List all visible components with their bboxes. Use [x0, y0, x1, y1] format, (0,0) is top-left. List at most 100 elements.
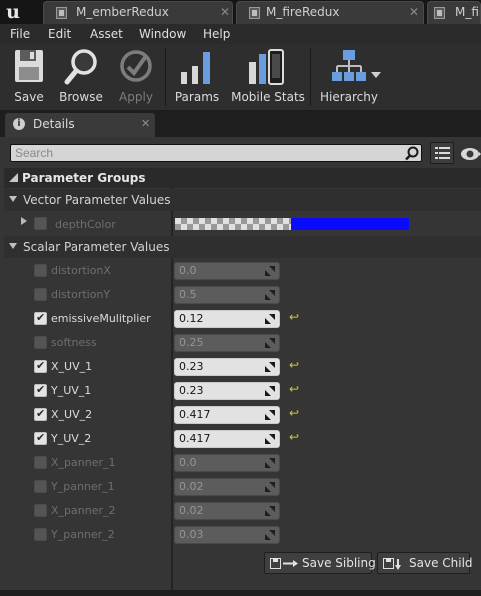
info-icon: i — [13, 118, 25, 130]
vector-parameter-group[interactable]: Vector Parameter Values — [4, 189, 481, 211]
list-view-icon — [435, 147, 450, 159]
browse-button[interactable]: Browse — [56, 44, 106, 110]
close-icon[interactable]: ✕ — [220, 5, 230, 19]
parameter-groups-header[interactable]: Parameter Groups — [4, 168, 481, 188]
close-icon[interactable]: ✕ — [141, 117, 150, 130]
param-value-field[interactable]: 0.23 — [174, 358, 280, 376]
drag-spinner-icon[interactable] — [265, 362, 275, 372]
document-tab-fire[interactable]: M_fireRedux ✕ — [236, 1, 424, 24]
reset-to-default-icon[interactable]: ↩ — [289, 358, 299, 372]
scalar-param-row: X_UV_1 0.23 ↩ — [4, 355, 481, 379]
reset-to-default-icon[interactable]: ↩ — [289, 406, 299, 420]
visibility-button[interactable] — [458, 144, 481, 164]
param-enable-checkbox[interactable] — [34, 311, 47, 325]
menu-edit[interactable]: Edit — [48, 27, 71, 41]
param-value: 0.417 — [179, 408, 211, 421]
param-name: Y_panner_2 — [51, 528, 115, 541]
save-sibling-button[interactable]: Save Sibling — [264, 552, 376, 574]
drag-spinner-icon[interactable] — [265, 482, 275, 492]
param-enable-checkbox[interactable] — [34, 383, 47, 397]
param-enable-checkbox[interactable] — [34, 264, 47, 277]
toolbar: Save Browse Apply Params Mobile Stats Hi… — [0, 44, 481, 111]
view-options-button[interactable] — [430, 142, 454, 164]
drag-spinner-icon[interactable] — [265, 506, 275, 516]
reset-to-default-icon[interactable]: ↩ — [289, 382, 299, 396]
param-value-field[interactable]: 0.23 — [174, 382, 280, 400]
drag-spinner-icon[interactable] — [265, 410, 275, 420]
save-button[interactable]: Save — [4, 44, 54, 110]
param-value: 0.12 — [179, 312, 204, 325]
param-enable-checkbox[interactable] — [34, 359, 47, 373]
drag-spinner-icon[interactable] — [265, 458, 275, 468]
menu-window[interactable]: Window — [139, 27, 186, 41]
param-value-field[interactable]: 0.0 — [174, 262, 280, 280]
magnifier-icon — [64, 49, 97, 85]
scalar-group-title: Scalar Parameter Values — [23, 240, 170, 254]
save-child-button[interactable]: Save Child — [377, 552, 473, 574]
scalar-param-row: Y_panner_2 0.03 — [4, 523, 481, 547]
param-enable-checkbox[interactable] — [34, 288, 47, 301]
drag-spinner-icon[interactable] — [265, 314, 275, 324]
param-name: softness — [51, 336, 97, 349]
param-enable-checkbox[interactable] — [34, 528, 47, 541]
param-value-field[interactable]: 0.02 — [174, 478, 280, 496]
param-enable-checkbox[interactable] — [34, 504, 47, 517]
param-value-field[interactable]: 0.25 — [174, 334, 280, 352]
param-enable-checkbox[interactable] — [34, 431, 47, 445]
details-tab[interactable]: i Details ✕ — [5, 113, 155, 137]
param-enable-checkbox[interactable] — [34, 336, 47, 349]
param-value-field[interactable]: 0.02 — [174, 502, 280, 520]
save-sibling-icon — [270, 558, 298, 569]
param-name: distortionX — [51, 264, 111, 277]
drag-spinner-icon[interactable] — [265, 530, 275, 540]
param-name: X_UV_2 — [51, 408, 93, 421]
reset-to-default-icon[interactable]: ↩ — [289, 310, 299, 324]
menu-file[interactable]: File — [10, 27, 30, 41]
hierarchy-label: Hierarchy — [319, 90, 378, 104]
drag-spinner-icon[interactable] — [265, 386, 275, 396]
param-enable-checkbox[interactable] — [34, 480, 47, 493]
param-name: Y_UV_1 — [51, 384, 92, 397]
scalar-param-row: Y_UV_1 0.23 ↩ — [4, 379, 481, 403]
toolbar-separator — [165, 48, 166, 106]
search-box[interactable] — [10, 144, 422, 162]
dropdown-arrow-icon[interactable] — [371, 72, 381, 78]
eye-icon — [461, 148, 481, 160]
param-value-field[interactable]: 0.417 — [174, 430, 280, 448]
material-instance-icon — [434, 7, 445, 19]
scalar-parameter-group[interactable]: Scalar Parameter Values — [4, 236, 481, 258]
param-enable-checkbox[interactable] — [34, 217, 47, 230]
param-value-field[interactable]: 0.5 — [174, 286, 280, 304]
scalar-param-row: emissiveMulitplier 0.12 ↩ — [4, 307, 481, 331]
param-value-field[interactable]: 0.12 — [174, 310, 280, 328]
param-enable-checkbox[interactable] — [34, 407, 47, 421]
reset-to-default-icon[interactable]: ↩ — [289, 430, 299, 444]
drag-spinner-icon[interactable] — [265, 290, 275, 300]
param-name: X_panner_2 — [51, 504, 116, 517]
material-icon — [56, 7, 67, 19]
close-icon[interactable]: ✕ — [409, 5, 419, 19]
unreal-logo-icon[interactable]: u — [3, 2, 23, 22]
save-child-label: Save Child — [409, 556, 473, 570]
material-icon — [249, 7, 260, 19]
menu-help[interactable]: Help — [203, 27, 230, 41]
apply-button[interactable]: Apply — [110, 44, 162, 110]
drag-spinner-icon[interactable] — [265, 266, 275, 276]
param-enable-checkbox[interactable] — [34, 456, 47, 469]
menu-asset[interactable]: Asset — [90, 27, 123, 41]
expand-arrow-icon[interactable] — [21, 217, 27, 225]
search-icon[interactable] — [404, 146, 420, 161]
param-value-field[interactable]: 0.03 — [174, 526, 280, 544]
document-tab-fire-instance[interactable]: M_fir — [427, 1, 481, 24]
param-value-field[interactable]: 0.417 — [174, 406, 280, 424]
params-button[interactable]: Params — [168, 44, 226, 110]
document-tab-ember[interactable]: M_emberRedux ✕ — [43, 1, 233, 24]
tab-label: M_emberRedux — [76, 5, 169, 19]
mobile-stats-button[interactable]: Mobile Stats — [229, 44, 307, 110]
param-value-field[interactable]: 0.0 — [174, 454, 280, 472]
drag-spinner-icon[interactable] — [265, 434, 275, 444]
color-swatch[interactable] — [175, 218, 409, 230]
scalar-param-row: X_UV_2 0.417 ↩ — [4, 403, 481, 427]
drag-spinner-icon[interactable] — [265, 338, 275, 348]
search-input[interactable] — [15, 146, 395, 160]
